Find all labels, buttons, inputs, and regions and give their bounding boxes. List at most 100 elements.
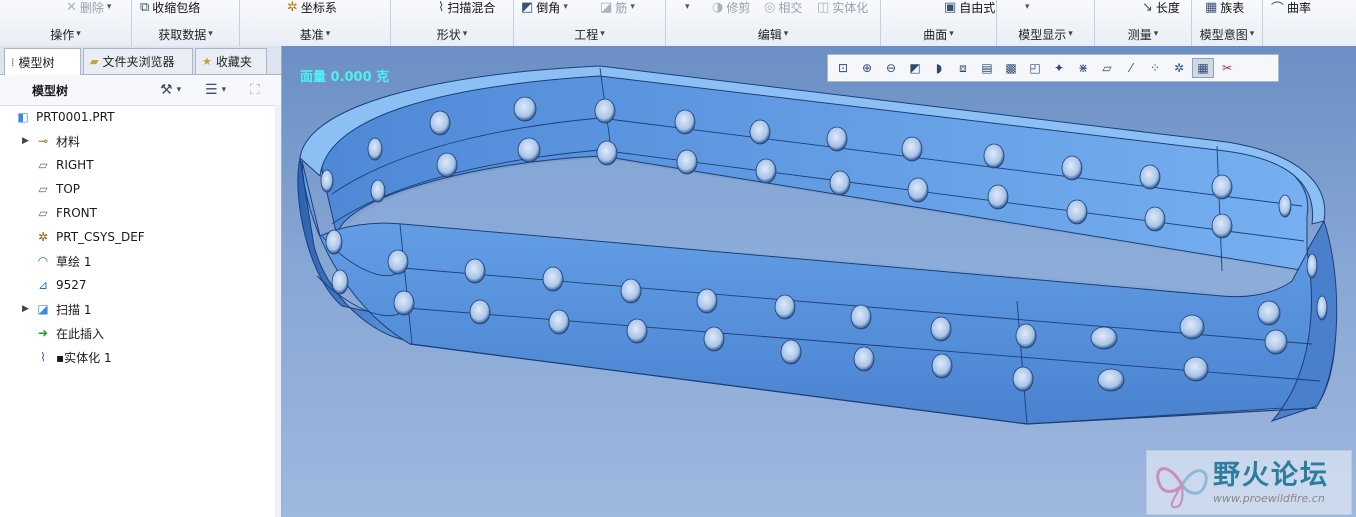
chamfer-button[interactable]: ◩ 倒角 ▾ bbox=[521, 0, 568, 15]
display-style-icon[interactable]: ◗ bbox=[928, 58, 950, 78]
folder-icon: ▰ bbox=[90, 55, 99, 68]
zoom-in-icon[interactable]: ⊕ bbox=[856, 58, 878, 78]
expand-arrow-icon[interactable]: ▶ bbox=[22, 304, 29, 314]
tree-columns-button[interactable]: ☰ ▾ bbox=[205, 80, 226, 100]
group-shapes[interactable]: 形状 ▾ bbox=[391, 22, 514, 46]
trim-button[interactable]: ◑ 修剪 bbox=[712, 0, 750, 15]
chevron-down-icon: ▾ bbox=[600, 29, 605, 39]
butterfly-logo-icon bbox=[1156, 467, 1208, 509]
group-operations[interactable]: 操作 ▾ bbox=[0, 22, 132, 46]
model-tree-scrollbar[interactable] bbox=[275, 105, 281, 517]
shrinkwrap-icon: ⧉ bbox=[140, 0, 150, 15]
curvature-icon: ⌒ bbox=[1271, 1, 1285, 17]
selection-filter-icon[interactable]: ▦ bbox=[1192, 58, 1214, 78]
group-measure[interactable]: 测量 ▾ bbox=[1095, 22, 1192, 46]
watermark-title: 野火论坛 bbox=[1213, 460, 1329, 491]
forum-watermark: 野火论坛 www.proewildfire.cn bbox=[1146, 450, 1352, 515]
family-table-button[interactable]: ▦ 族表 bbox=[1205, 0, 1244, 15]
csys-display-icon[interactable]: ⁘ bbox=[1144, 58, 1166, 78]
tree-item-sweep[interactable]: ▶ ◪ 扫描 1 bbox=[0, 298, 275, 320]
part-icon: ◧ bbox=[17, 110, 29, 124]
tree-item-right[interactable]: ▱ RIGHT bbox=[0, 154, 275, 176]
tree-item-graph[interactable]: ⊿ 9527 bbox=[0, 274, 275, 296]
solidify-button[interactable]: ◫ 实体化 bbox=[817, 0, 868, 15]
spin-center-icon[interactable]: ◰ bbox=[1024, 58, 1046, 78]
tree-item-material[interactable]: ▶ ⊸ 材料 bbox=[0, 130, 275, 152]
appearance-icon[interactable]: ✂ bbox=[1216, 58, 1238, 78]
insert-here-arrow-icon: ➜ bbox=[37, 326, 49, 340]
group-datum[interactable]: 基准 ▾ bbox=[240, 22, 391, 46]
tree-item-front[interactable]: ▱ FRONT bbox=[0, 202, 275, 224]
tree-settings-button[interactable]: ⚒ ▾ bbox=[160, 80, 181, 100]
saved-views-icon[interactable]: ⧈ bbox=[952, 58, 974, 78]
graphics-window[interactable]: 面量 0.000 克 ⊡ ⊕ ⊖ ◩ ◗ ⧈ ▤ ▩ ◰ ✦ ⋇ ▱ ⁄ ⁘ ✲… bbox=[282, 46, 1356, 517]
sweep-icon: ◪ bbox=[37, 302, 49, 316]
sketch-icon: ◠ bbox=[37, 254, 49, 268]
tree-item-solidify[interactable]: ⌇ ▪实体化 1 bbox=[0, 346, 275, 368]
datum-planes-icon[interactable]: ⋇ bbox=[1072, 58, 1094, 78]
trim-icon: ◑ bbox=[712, 0, 724, 15]
ribbon-separator bbox=[665, 0, 666, 22]
x-delete-icon: ✕ bbox=[66, 0, 77, 15]
ribbon-separator bbox=[239, 0, 240, 22]
navigator-tabs: ⁞ 模型树 ▰ 文件夹浏览器 ★ 收藏夹 bbox=[0, 46, 281, 75]
tree-item-insert-here[interactable]: ➜ 在此插入 bbox=[0, 322, 275, 344]
chevron-down-icon: ▾ bbox=[1249, 29, 1255, 39]
swept-blend-icon: ⌇ bbox=[438, 0, 445, 15]
tab-model-tree[interactable]: ⁞ 模型树 bbox=[4, 48, 81, 75]
chevron-down-icon: ▾ bbox=[783, 29, 789, 39]
zoom-out-icon[interactable]: ⊖ bbox=[880, 58, 902, 78]
chevron-down-icon: ▾ bbox=[462, 29, 468, 39]
view-toolbar: ⊡ ⊕ ⊖ ◩ ◗ ⧈ ▤ ▩ ◰ ✦ ⋇ ▱ ⁄ ⁘ ✲ ▦ ✂ bbox=[827, 54, 1279, 82]
curvature-button[interactable]: ⌒ 曲率 bbox=[1271, 0, 1311, 17]
ribbon-separator bbox=[1191, 0, 1192, 22]
tab-folder-browser[interactable]: ▰ 文件夹浏览器 bbox=[83, 48, 193, 74]
datum-plane-icon: ▱ bbox=[38, 182, 48, 196]
intersect-button[interactable]: ◎ 相交 bbox=[764, 0, 802, 15]
ribbon-separator bbox=[880, 0, 881, 22]
group-surfaces[interactable]: 曲面 ▾ bbox=[881, 22, 997, 46]
filter-icon: ⛶ bbox=[250, 82, 260, 98]
datum-axes-icon[interactable]: ▱ bbox=[1096, 58, 1118, 78]
datum-points-icon[interactable]: ⁄ bbox=[1120, 58, 1142, 78]
plane-tag-icon[interactable]: ✲ bbox=[1168, 58, 1190, 78]
ribbon-separator bbox=[131, 0, 132, 22]
list-icon: ☰ bbox=[205, 82, 218, 98]
tree-item-csys[interactable]: ✲ PRT_CSYS_DEF bbox=[0, 226, 275, 248]
csys-icon: ✲ bbox=[37, 230, 49, 244]
shrinkwrap-button[interactable]: ⧉ 收缩包络 bbox=[140, 0, 200, 15]
intersect-icon: ◎ bbox=[764, 0, 776, 15]
swept-blend-button[interactable]: ⌇ 扫描混合 bbox=[438, 0, 495, 15]
model-tree-title: 模型树 bbox=[32, 84, 69, 98]
tree-filter-button[interactable]: ⛶ bbox=[250, 80, 260, 100]
csys-button[interactable]: ✲ 坐标系 bbox=[287, 0, 337, 15]
tree-item-sketch[interactable]: ◠ 草绘 1 bbox=[0, 250, 275, 272]
rib-button[interactable]: ◪ 筋 ▾ bbox=[600, 0, 635, 15]
tree-item-part[interactable]: ◧ PRT0001.PRT bbox=[0, 106, 275, 128]
tab-favorites[interactable]: ★ 收藏夹 bbox=[195, 48, 267, 74]
ribbon-separator bbox=[1094, 0, 1095, 22]
view-manager-icon[interactable]: ▤ bbox=[976, 58, 998, 78]
datum-plane-icon: ▱ bbox=[38, 158, 48, 172]
perspective-icon[interactable]: ▩ bbox=[1000, 58, 1022, 78]
watermark-url: www.proewildfire.cn bbox=[1213, 492, 1325, 505]
freestyle-button[interactable]: ▣ 自由式 bbox=[944, 0, 995, 15]
edit-dropdown[interactable]: ▾ bbox=[685, 0, 690, 14]
refit-icon[interactable]: ⊡ bbox=[832, 58, 854, 78]
annotation-display-icon[interactable]: ✦ bbox=[1048, 58, 1070, 78]
length-button[interactable]: ↘ 长度 bbox=[1142, 0, 1180, 15]
delete-button[interactable]: ✕ 删除 ▾ bbox=[66, 0, 111, 15]
chevron-down-icon: ▾ bbox=[949, 29, 954, 39]
group-get-data[interactable]: 获取数据 ▾ bbox=[132, 22, 240, 46]
group-editing[interactable]: 编辑 ▾ bbox=[666, 22, 881, 46]
navigator-panel: ⁞ 模型树 ▰ 文件夹浏览器 ★ 收藏夹 模型树 ⚒ ▾ ☰ ▾ ⛶ ◧ PRT00… bbox=[0, 46, 282, 517]
length-icon: ↘ bbox=[1142, 0, 1153, 15]
group-model-display[interactable]: 模型显示 ▾ bbox=[997, 22, 1095, 46]
expand-arrow-icon[interactable]: ▶ bbox=[22, 136, 29, 146]
tree-item-top[interactable]: ▱ TOP bbox=[0, 178, 275, 200]
group-model-intent[interactable]: 模型意图 ▾ bbox=[1192, 22, 1263, 46]
group-engineering[interactable]: 工程 ▾ bbox=[514, 22, 666, 46]
display-dropdown[interactable]: ▾ bbox=[1022, 0, 1030, 14]
repaint-icon[interactable]: ◩ bbox=[904, 58, 926, 78]
part-model-3d[interactable] bbox=[282, 46, 1356, 517]
